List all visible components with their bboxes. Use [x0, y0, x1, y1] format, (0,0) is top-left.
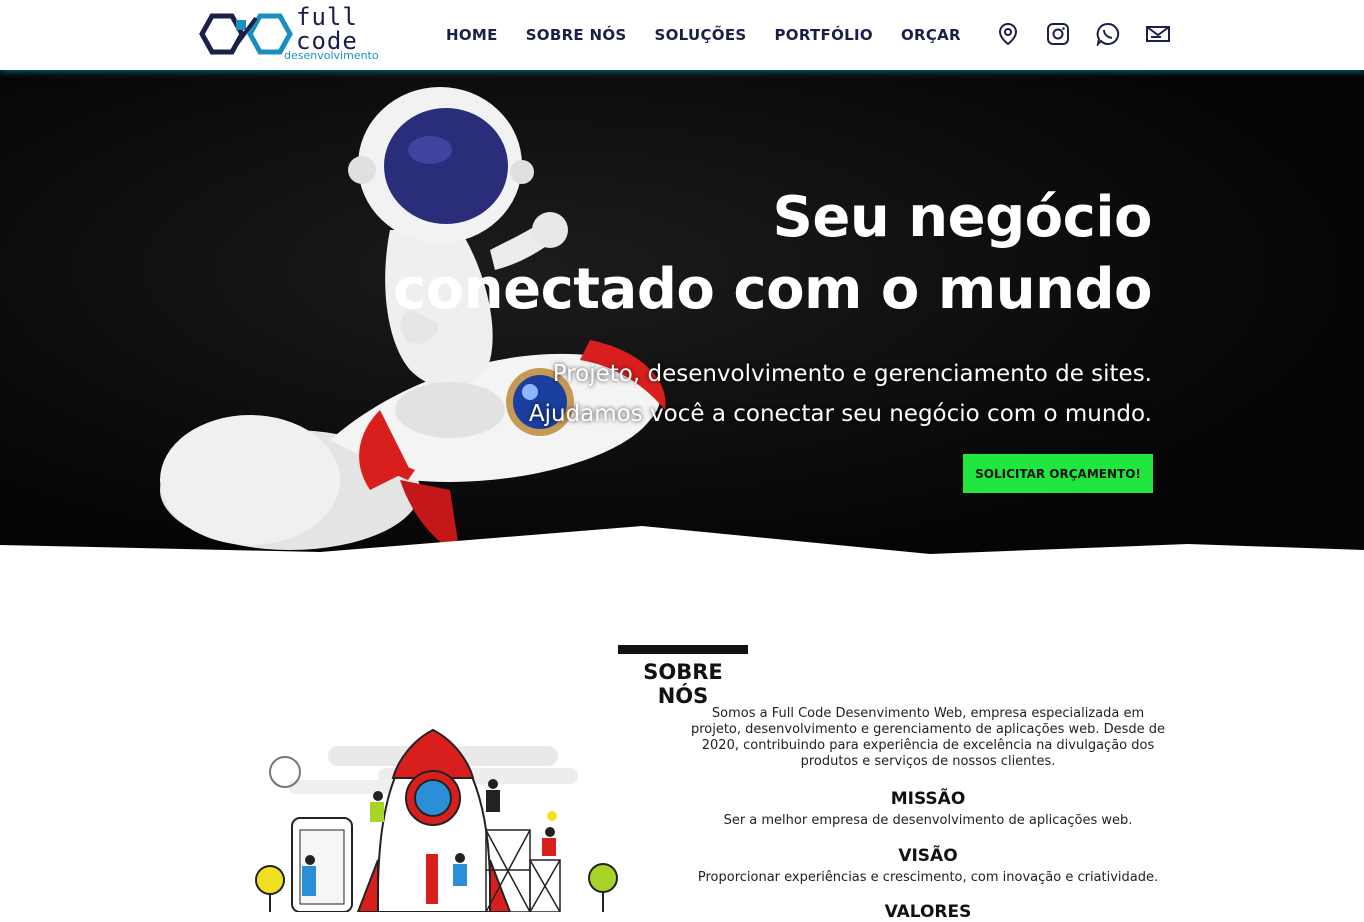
hero-title: Seu negócio conectado com o mundo — [393, 182, 1152, 326]
hero-subtitle: Projeto, desenvolvimento e gerenciamento… — [529, 354, 1152, 434]
about-title: SOBRE NÓS — [643, 660, 723, 708]
team-rocket-illustration — [255, 728, 618, 912]
request-quote-button[interactable]: SOLICITAR ORÇAMENTO! — [963, 454, 1153, 493]
hero-subtitle-line1: Projeto, desenvolvimento e gerenciamento… — [552, 361, 1152, 387]
hero-title-line2: conectado com o mundo — [393, 257, 1152, 322]
about-description: Somos a Full Code Desenvimento Web, empr… — [690, 706, 1166, 769]
logo-mark-icon — [199, 13, 293, 55]
social-icons — [994, 20, 1194, 48]
site-header: full code desenvolvimento HOME SOBRE NÓS… — [0, 0, 1364, 70]
mail-icon[interactable] — [1144, 20, 1172, 48]
nav-item-solucoes[interactable]: SOLUÇÕES — [655, 26, 747, 44]
mission-text: Ser a melhor empresa de desenvolvimento … — [723, 813, 1133, 828]
map-pin-icon[interactable] — [994, 20, 1022, 48]
values-title: VALORES — [884, 902, 972, 922]
logo-text-desenvolvimento: desenvolvimento — [284, 49, 379, 62]
nav-item-sobre-nos[interactable]: SOBRE NÓS — [526, 26, 627, 44]
section-title-bar — [618, 645, 748, 654]
brand-logo[interactable]: full code desenvolvimento — [198, 4, 388, 64]
whatsapp-icon[interactable] — [1094, 20, 1122, 48]
instagram-icon[interactable] — [1044, 20, 1072, 48]
nav-item-orcar[interactable]: ORÇAR — [901, 26, 961, 44]
nav-item-home[interactable]: HOME — [446, 26, 498, 44]
hero-title-line1: Seu negócio — [772, 185, 1153, 250]
vision-text: Proporcionar experiências e crescimento,… — [697, 870, 1159, 885]
hero-subtitle-line2: Ajudamos você a conectar seu negócio com… — [528, 401, 1152, 427]
nav-item-portfolio[interactable]: PORTFÓLIO — [774, 26, 872, 44]
vision-title: VISÃO — [898, 846, 958, 866]
hero-section: Seu negócio conectado com o mundo Projet… — [0, 70, 1364, 570]
mission-title: MISSÃO — [890, 789, 966, 809]
main-nav: HOME SOBRE NÓS SOLUÇÕES PORTFÓLIO ORÇAR — [432, 0, 975, 70]
